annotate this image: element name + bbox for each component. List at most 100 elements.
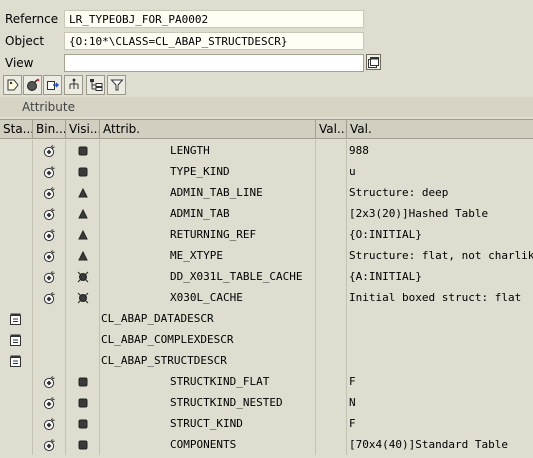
attribute-grid: LENGTH 988 TYPE_KIND u ADMIN_TAB_LINE Structu… [0, 140, 533, 458]
table-row[interactable]: CL_ABAP_COMPLEXDESCR [0, 329, 533, 350]
instance-icon [43, 417, 55, 430]
class-icon [10, 334, 21, 346]
value-type-cell [316, 434, 347, 455]
visibility-cell [66, 329, 100, 350]
col-header-attribute[interactable]: Attrib. [100, 120, 316, 139]
instance-icon [43, 207, 55, 220]
attribute-name[interactable]: STRUCT_KIND [100, 413, 316, 434]
filter-button[interactable] [107, 75, 126, 95]
attribute-name[interactable]: STRUCTKIND_FLAT [100, 371, 316, 392]
attribute-value[interactable]: u [347, 161, 533, 182]
table-row[interactable]: LENGTH 988 [0, 140, 533, 161]
class-icon [10, 313, 21, 325]
private-key-icon [77, 271, 88, 282]
public-square-icon [78, 419, 87, 428]
attribute-name[interactable]: ADMIN_TAB_LINE [100, 182, 316, 203]
bomb-button[interactable] [23, 75, 42, 95]
binding-cell [33, 245, 66, 266]
status-cell [0, 434, 33, 455]
attribute-value[interactable]: F [347, 371, 533, 392]
object-field[interactable]: {O:10*\CLASS=CL_ABAP_STRUCTDESCR} [64, 32, 364, 50]
instance-icon [43, 165, 55, 178]
attribute-name[interactable]: DD_X031L_TABLE_CACHE [100, 266, 316, 287]
public-square-icon [78, 377, 87, 386]
instance-icon [43, 438, 55, 451]
table-row[interactable]: X030L_CACHE Initial boxed struct: flat [0, 287, 533, 308]
attribute-value[interactable]: [2x3(20)]Hashed Table [347, 203, 533, 224]
attribute-name[interactable]: CL_ABAP_DATADESCR [100, 308, 316, 329]
attribute-value[interactable]: Structure: flat, not charlike [347, 245, 533, 266]
export-button[interactable] [43, 75, 62, 95]
attribute-value[interactable]: [70x4(40)]Standard Table [347, 434, 533, 455]
attribute-name[interactable]: LENGTH [100, 140, 316, 161]
attribute-name[interactable]: RETURNING_REF [100, 224, 316, 245]
attribute-name[interactable]: ME_XTYPE [100, 245, 316, 266]
table-row[interactable]: STRUCTKIND_FLAT F [0, 371, 533, 392]
instance-icon [43, 144, 55, 157]
view-input[interactable] [64, 54, 364, 72]
attribute-name[interactable]: ADMIN_TAB [100, 203, 316, 224]
table-row[interactable]: CL_ABAP_DATADESCR [0, 308, 533, 329]
table-row[interactable]: STRUCT_KIND F [0, 413, 533, 434]
attribute-value[interactable]: {O:INITIAL} [347, 224, 533, 245]
instance-icon [43, 291, 55, 304]
status-cell [0, 413, 33, 434]
tag-icon [7, 79, 19, 91]
table-row[interactable]: RETURNING_REF {O:INITIAL} [0, 224, 533, 245]
tree-button[interactable] [86, 75, 105, 95]
attribute-name[interactable]: CL_ABAP_STRUCTDESCR [100, 350, 316, 371]
table-row[interactable]: CL_ABAP_STRUCTDESCR [0, 350, 533, 371]
attribute-value[interactable] [347, 329, 533, 350]
attribute-name[interactable]: CL_ABAP_COMPLEXDESCR [100, 329, 316, 350]
attribute-value[interactable]: N [347, 392, 533, 413]
binding-cell [33, 161, 66, 182]
attribute-value[interactable]: Structure: deep [347, 182, 533, 203]
reference-field[interactable]: LR_TYPEOBJ_FOR_PA0002 [64, 10, 364, 28]
status-cell [0, 140, 33, 161]
visibility-cell [66, 287, 100, 308]
table-row[interactable]: ME_XTYPE Structure: flat, not charlike [0, 245, 533, 266]
col-header-visibility[interactable]: Visi... [66, 120, 100, 139]
col-header-status[interactable]: Sta... [0, 120, 33, 139]
table-row[interactable]: COMPONENTS [70x4(40)]Standard Table [0, 434, 533, 455]
visibility-cell [66, 371, 100, 392]
attribute-name[interactable]: STRUCTKIND_NESTED [100, 392, 316, 413]
col-header-valtype[interactable]: Val... [316, 120, 347, 139]
reference-row: Refernce LR_TYPEOBJ_FOR_PA0002 [0, 9, 533, 29]
attribute-value[interactable] [347, 308, 533, 329]
attribute-value[interactable]: Initial boxed struct: flat [347, 287, 533, 308]
window-icon [368, 56, 379, 68]
tag-button[interactable] [3, 75, 22, 95]
class-icon [10, 355, 21, 367]
binding-cell [33, 266, 66, 287]
hierarchy-button[interactable] [64, 75, 83, 95]
protected-triangle-icon [77, 250, 88, 260]
reference-label: Refernce [5, 12, 59, 26]
binding-cell [33, 140, 66, 161]
visibility-cell [66, 203, 100, 224]
bomb-icon [26, 78, 39, 91]
table-row[interactable]: TYPE_KIND u [0, 161, 533, 182]
attribute-name[interactable]: TYPE_KIND [100, 161, 316, 182]
attribute-value[interactable]: F [347, 413, 533, 434]
attribute-name[interactable]: COMPONENTS [100, 434, 316, 455]
visibility-cell [66, 140, 100, 161]
section-title: Attribute [22, 100, 75, 114]
attribute-value[interactable]: 988 [347, 140, 533, 161]
status-cell [0, 350, 33, 371]
table-row[interactable]: ADMIN_TAB_LINE Structure: deep [0, 182, 533, 203]
status-cell [0, 182, 33, 203]
view-open-button[interactable] [366, 54, 381, 70]
attribute-value[interactable] [347, 350, 533, 371]
status-cell [0, 287, 33, 308]
public-square-icon [78, 167, 87, 176]
attribute-name[interactable]: X030L_CACHE [100, 287, 316, 308]
table-row[interactable]: STRUCTKIND_NESTED N [0, 392, 533, 413]
table-row[interactable]: DD_X031L_TABLE_CACHE {A:INITIAL} [0, 266, 533, 287]
visibility-cell [66, 224, 100, 245]
col-header-binding[interactable]: Bin... [33, 120, 66, 139]
col-header-value[interactable]: Val. [347, 120, 533, 139]
table-row[interactable]: ADMIN_TAB [2x3(20)]Hashed Table [0, 203, 533, 224]
visibility-cell [66, 350, 100, 371]
attribute-value[interactable]: {A:INITIAL} [347, 266, 533, 287]
